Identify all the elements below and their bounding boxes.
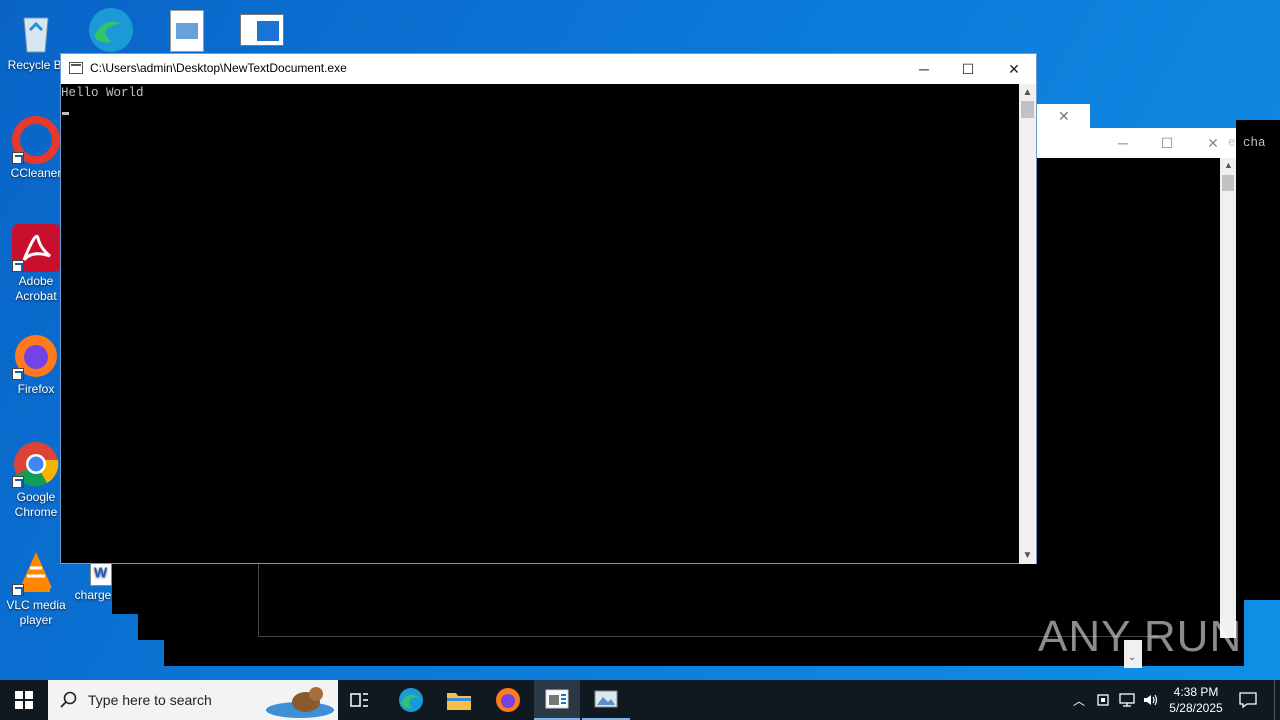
shortcut-arrow-icon	[12, 368, 24, 380]
taskbar-clock[interactable]: 4:38 PM 5/28/2025	[1164, 680, 1228, 720]
console-app-icon	[69, 62, 83, 74]
taskbar-console-app[interactable]	[534, 680, 580, 720]
ccleaner-icon	[12, 116, 60, 164]
show-desktop-button[interactable]	[1274, 680, 1280, 720]
task-view-button[interactable]	[340, 680, 380, 720]
taskbar-file-explorer[interactable]	[436, 680, 482, 720]
tray-volume-icon[interactable]	[1140, 680, 1162, 720]
image-file-desktop-icon[interactable]	[170, 10, 204, 52]
device-icon	[1097, 694, 1109, 706]
minimize-button[interactable]: ─	[901, 54, 947, 84]
chevron-up-icon: ︿	[1072, 693, 1085, 708]
chrome-icon	[12, 440, 60, 488]
taskbar-app-image[interactable]	[582, 680, 630, 720]
scroll-thumb[interactable]	[1222, 175, 1234, 191]
console-output[interactable]: Hello World	[61, 84, 1021, 564]
console-window[interactable]: C:\Users\admin\Desktop\NewTextDocument.e…	[60, 53, 1037, 564]
clock-time: 4:38 PM	[1173, 685, 1219, 699]
acrobat-icon	[12, 224, 60, 272]
close-button[interactable]: ✕	[991, 54, 1037, 84]
edge-icon	[89, 8, 133, 52]
console-scrollbar[interactable]: ▲ ▼	[1019, 84, 1036, 564]
shortcut-arrow-icon	[12, 260, 24, 272]
scroll-down-icon[interactable]: ▼	[1019, 547, 1036, 564]
maximize-icon[interactable]: ☐	[1144, 128, 1190, 158]
close-icon[interactable]: ✕	[1058, 108, 1070, 125]
firefox-icon	[12, 332, 60, 380]
console-output-line: Hello World	[61, 86, 144, 100]
image-viewer-icon	[594, 690, 618, 708]
edge-desktop-icon[interactable]	[86, 6, 136, 52]
minimize-icon[interactable]: ─	[1100, 128, 1146, 158]
background-window-5-titlebar[interactable]: ─ ☐ ✕	[1036, 128, 1236, 158]
taskbar: Type here to search ︿ 4:38 PM 5/28/2025	[0, 680, 1280, 720]
scroll-thumb[interactable]	[1021, 101, 1034, 118]
window-app-desktop-icon[interactable]	[240, 14, 284, 46]
windows-icon	[15, 691, 33, 709]
window-icon	[257, 21, 279, 41]
background-window-5-scrollbar[interactable]: ▲	[1220, 158, 1236, 638]
search-icon	[60, 691, 77, 708]
edge-icon	[399, 688, 423, 712]
otter-illustration-icon	[266, 687, 334, 718]
notification-icon	[1239, 692, 1257, 708]
notification-center-button[interactable]	[1232, 680, 1264, 720]
console-title: C:\Users\admin\Desktop\NewTextDocument.e…	[90, 61, 347, 75]
background-console-window-5[interactable]	[1036, 128, 1236, 600]
scroll-up-icon[interactable]: ▲	[1019, 84, 1036, 101]
taskbar-edge[interactable]	[388, 680, 434, 720]
task-view-icon	[350, 693, 368, 707]
shortcut-arrow-icon	[12, 584, 24, 596]
tray-network-icon[interactable]	[1116, 680, 1138, 720]
word-doc-icon: W	[90, 562, 112, 586]
maximize-button[interactable]: ☐	[945, 54, 991, 84]
console-cursor	[62, 112, 69, 115]
image-icon	[176, 23, 198, 39]
tray-device-icon[interactable]	[1092, 680, 1114, 720]
search-placeholder: Type here to search	[88, 692, 212, 708]
console-titlebar[interactable]: C:\Users\admin\Desktop\NewTextDocument.e…	[61, 54, 1036, 84]
background-console-window-6[interactable]: e cha	[1228, 120, 1280, 600]
console-window-icon	[545, 689, 569, 709]
vlc-icon	[12, 548, 60, 596]
scroll-up-icon[interactable]: ▲	[1224, 160, 1233, 170]
taskbar-search-box[interactable]: Type here to search	[48, 680, 338, 720]
background-window-4[interactable]: ✕	[1036, 104, 1090, 128]
start-button[interactable]	[0, 680, 48, 720]
recycle-bin-icon	[12, 8, 60, 56]
shortcut-arrow-icon	[12, 476, 24, 488]
background-text-fragment: e cha	[1228, 136, 1266, 150]
taskbar-firefox[interactable]	[484, 680, 532, 720]
clock-date: 5/28/2025	[1169, 701, 1223, 715]
folder-icon	[447, 693, 471, 710]
firefox-icon	[496, 688, 520, 712]
shortcut-arrow-icon	[12, 152, 24, 164]
anyrun-watermark: ANY RUN	[1038, 612, 1243, 661]
network-icon	[1119, 693, 1135, 707]
speaker-icon	[1144, 694, 1158, 706]
background-console-inner-border	[258, 562, 1158, 637]
show-hidden-icons-button[interactable]: ︿	[1068, 680, 1090, 720]
